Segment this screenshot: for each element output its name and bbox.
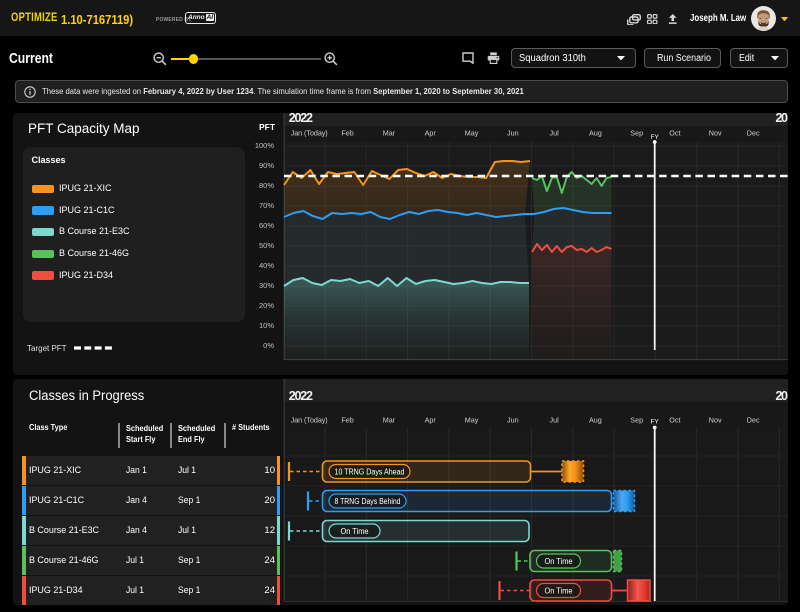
svg-text:Jul: Jul [549, 416, 559, 425]
svg-text:10 TRNG Days Ahead: 10 TRNG Days Ahead [335, 467, 405, 476]
svg-text:Mar: Mar [383, 416, 396, 425]
svg-text:Dec: Dec [747, 129, 760, 138]
svg-text:Jul: Jul [549, 129, 559, 138]
svg-text:Apr: Apr [425, 129, 437, 138]
svg-text:8 TRNG Days Behind: 8 TRNG Days Behind [335, 497, 401, 506]
svg-text:On Time: On Time [341, 527, 369, 536]
svg-text:Oct: Oct [669, 416, 680, 425]
svg-text:Dec: Dec [747, 416, 760, 425]
svg-text:Jan (Today): Jan (Today) [291, 416, 328, 425]
svg-text:On Time: On Time [545, 557, 573, 566]
svg-text:Mar: Mar [383, 129, 396, 138]
svg-text:Nov: Nov [709, 129, 722, 138]
svg-text:Feb: Feb [341, 416, 353, 425]
svg-text:Jun: Jun [507, 416, 519, 425]
svg-text:Aug: Aug [589, 129, 602, 138]
svg-text:Jan (Today): Jan (Today) [291, 129, 328, 138]
svg-text:FY: FY [651, 134, 660, 141]
svg-text:20: 20 [776, 111, 789, 125]
svg-text:On Time: On Time [545, 586, 573, 595]
svg-text:Sep: Sep [630, 416, 643, 425]
svg-text:2022: 2022 [289, 111, 313, 125]
svg-text:Jun: Jun [507, 129, 519, 138]
svg-text:May: May [465, 129, 479, 138]
svg-text:FY: FY [651, 419, 660, 426]
svg-text:Nov: Nov [709, 416, 722, 425]
svg-text:20: 20 [776, 389, 789, 403]
svg-text:Aug: Aug [589, 416, 602, 425]
svg-text:2022: 2022 [289, 389, 313, 403]
svg-text:Apr: Apr [425, 416, 437, 425]
svg-text:May: May [465, 416, 479, 425]
svg-text:Sep: Sep [630, 129, 643, 138]
svg-text:Feb: Feb [341, 129, 353, 138]
svg-text:Oct: Oct [669, 129, 680, 138]
